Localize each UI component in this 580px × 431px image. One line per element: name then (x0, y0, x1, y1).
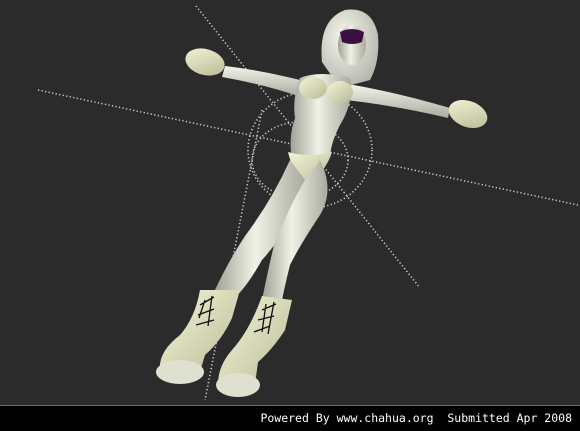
arm-right (346, 84, 450, 118)
bikini-top-left (299, 77, 327, 99)
scene (37, 5, 579, 401)
visor (340, 29, 364, 44)
glove-right (448, 99, 488, 129)
bikini-top-right (327, 81, 353, 103)
footer-credit: Powered By www.chahua.org Submitted Apr … (260, 411, 572, 425)
glove-left (185, 48, 225, 76)
character-model[interactable] (156, 9, 491, 397)
arm-left (222, 66, 300, 96)
boot-right-sole (216, 373, 260, 397)
3d-viewport[interactable] (0, 0, 580, 405)
boot-left-sole (156, 360, 204, 384)
footer-bar: Powered By www.chahua.org Submitted Apr … (0, 405, 580, 431)
